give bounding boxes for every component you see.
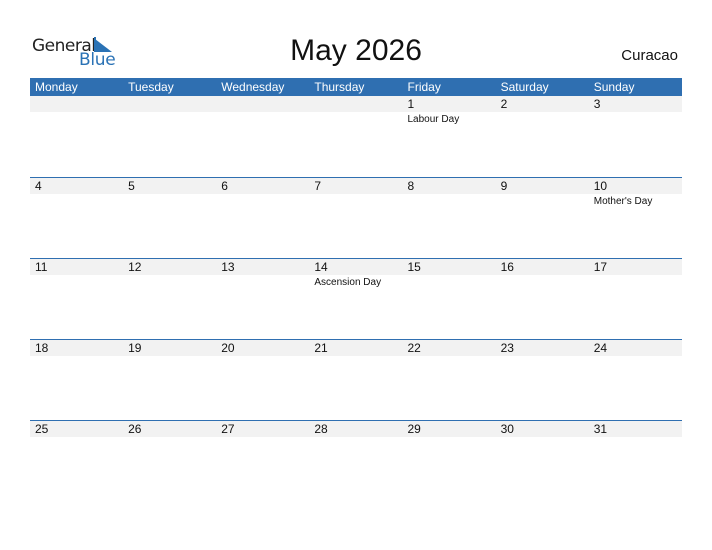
day-cell: 22 (403, 340, 496, 421)
weekday-sunday: Sunday (593, 80, 635, 94)
day-cell (30, 96, 123, 177)
holiday-label: Mother's Day (593, 196, 653, 207)
day-number: 23 (500, 341, 514, 355)
calendar-title: May 2026 (290, 34, 422, 67)
day-cell: 15 (403, 259, 496, 340)
day-number: 22 (407, 341, 421, 355)
weekday-saturday: Saturday (500, 80, 549, 94)
week-row: 1 Labour Day 2 3 (30, 96, 682, 177)
day-cell: 5 (123, 178, 216, 259)
day-number: 24 (593, 341, 608, 355)
day-cell: 8 (403, 178, 496, 259)
day-number: 17 (593, 260, 608, 274)
day-cell (216, 96, 309, 177)
day-cell: 30 (496, 421, 589, 502)
day-number: 10 (593, 179, 608, 193)
day-cell: 21 (309, 340, 402, 421)
day-number: 13 (221, 260, 235, 274)
day-cell: 25 (30, 421, 123, 502)
day-number: 14 (314, 260, 328, 274)
day-cell: 13 (216, 259, 309, 340)
day-number: 6 (221, 179, 228, 193)
weekday-wednesday: Wednesday (221, 80, 285, 94)
day-cell (309, 96, 402, 177)
day-cell: 12 (123, 259, 216, 340)
day-cell: 18 (30, 340, 123, 421)
day-cell: 19 (123, 340, 216, 421)
weekday-tuesday: Tuesday (128, 80, 174, 94)
day-number: 28 (314, 422, 328, 436)
day-number: 15 (407, 260, 421, 274)
weekday-friday: Friday (407, 80, 441, 94)
holiday-label: Labour Day (407, 114, 460, 125)
day-number: 26 (128, 422, 142, 436)
day-number: 2 (500, 97, 508, 111)
day-cell: 10 Mother's Day (589, 178, 682, 259)
day-cell: 28 (309, 421, 402, 502)
day-cell: 9 (496, 178, 589, 259)
holiday-label: Ascension Day (314, 277, 382, 288)
day-cell: 29 (403, 421, 496, 502)
day-number: 8 (407, 179, 415, 193)
week-row: 4 5 6 7 8 9 10 Mother's Day (30, 177, 682, 259)
weekday-thursday: Thursday (314, 80, 365, 94)
day-cell: 31 (589, 421, 682, 502)
day-number: 3 (593, 97, 601, 111)
day-number: 29 (407, 422, 421, 436)
day-cell: 4 (30, 178, 123, 259)
day-number: 27 (221, 422, 235, 436)
day-cell: 20 (216, 340, 309, 421)
day-cell: 2 (496, 96, 589, 177)
day-number: 1 (407, 97, 415, 111)
day-cell: 7 (309, 178, 402, 259)
day-cell: 6 (216, 178, 309, 259)
day-cell: 1 Labour Day (403, 96, 496, 177)
week-row: 11 12 13 14 Ascension Day 15 16 17 (30, 258, 682, 340)
day-number: 11 (35, 260, 48, 274)
day-number: 25 (35, 422, 49, 436)
day-number: 16 (500, 260, 514, 274)
week-row: 25 26 27 28 29 30 31 (30, 420, 682, 502)
day-number: 18 (35, 341, 49, 355)
day-number: 19 (128, 341, 142, 355)
day-number: 5 (128, 179, 135, 193)
day-number: 9 (500, 179, 508, 193)
day-number: 7 (314, 179, 322, 193)
day-cell: 14 Ascension Day (309, 259, 402, 340)
weekday-header: Monday Tuesday Wednesday Thursday Friday… (30, 78, 682, 96)
day-cell (123, 96, 216, 177)
day-cell: 16 (496, 259, 589, 340)
week-row: 18 19 20 21 22 23 24 (30, 339, 682, 421)
weekday-monday: Monday (35, 80, 78, 94)
day-cell: 11 (30, 259, 123, 340)
day-number: 20 (221, 341, 235, 355)
day-number: 31 (593, 422, 608, 436)
day-number: 4 (35, 179, 42, 193)
day-cell: 27 (216, 421, 309, 502)
day-number: 12 (128, 260, 142, 274)
country-label: Curacao (621, 47, 678, 64)
day-cell: 17 (589, 259, 682, 340)
day-cell: 24 (589, 340, 682, 421)
day-cell: 26 (123, 421, 216, 502)
day-number: 30 (500, 422, 514, 436)
day-cell: 23 (496, 340, 589, 421)
day-cell: 3 (589, 96, 682, 177)
day-number: 21 (314, 341, 328, 355)
